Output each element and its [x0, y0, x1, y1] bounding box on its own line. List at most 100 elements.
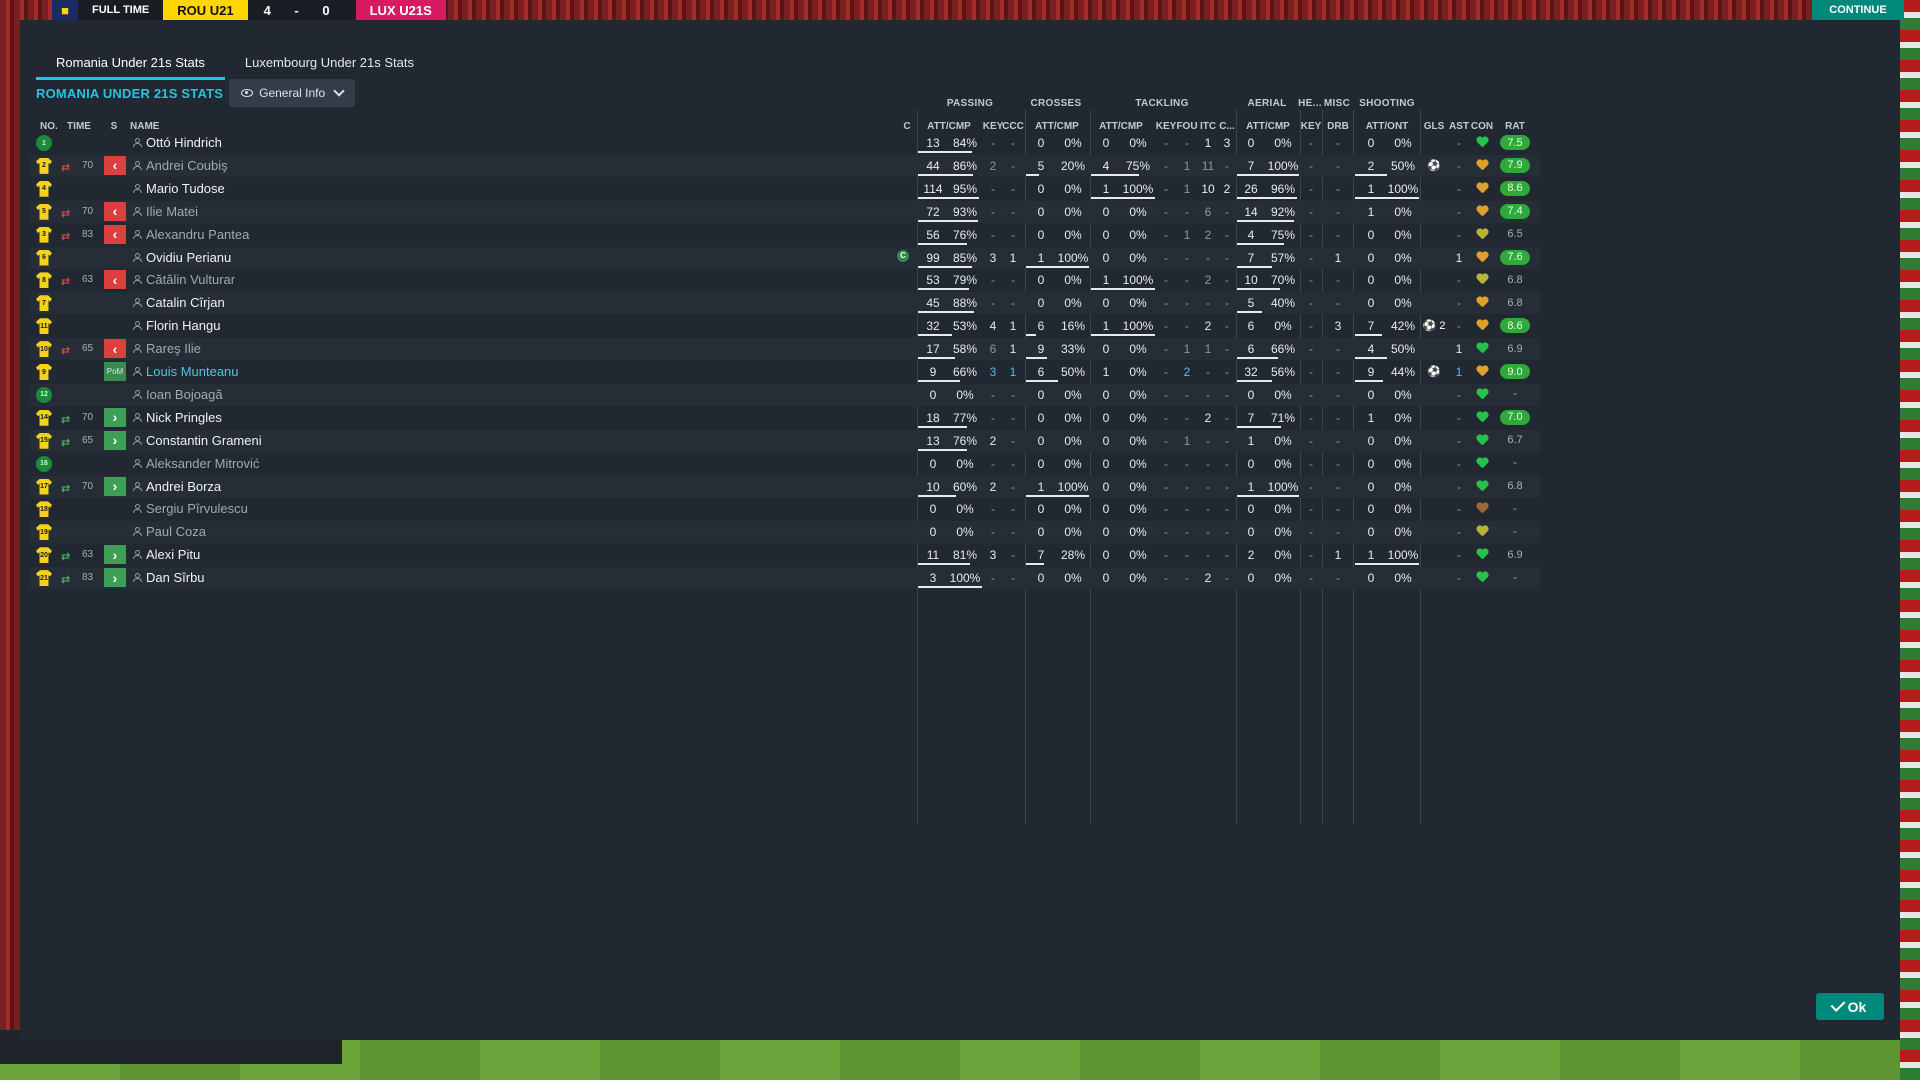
key-tackles: -	[1164, 410, 1168, 425]
table-row[interactable]: 2 ⇄ 70 ‹ Andrei Coubiş 44 86% 2-5 20% 4 75% -1 11-7 1…	[30, 154, 1540, 177]
shots-on-target: 0%	[1394, 502, 1412, 517]
table-row[interactable]: 21 ⇄ 83 › Dan Sîrbu 3 100% - -0 0% 0 0% - -2-0 0% - -0 0%…	[30, 567, 1540, 590]
assists: -	[1457, 548, 1461, 563]
headers-attempted: 7	[1247, 410, 1255, 425]
table-row[interactable]: 8 ⇄ 63 ‹ Cătălin Vulturar 53 79% - -0 0% 1 100% - -2-…	[30, 269, 1540, 291]
key-passes: 2	[989, 433, 997, 448]
condition-heart-icon	[1476, 297, 1488, 308]
continue-button[interactable]: CONTINUE	[1812, 0, 1904, 20]
tab-luxembourg-stats[interactable]: Luxembourg Under 21s Stats	[225, 47, 434, 77]
player-name[interactable]: Aleksander Mitrović	[146, 456, 259, 471]
table-row[interactable]: 11 Florin Hangu 32 53% 4 1 6 16% 1 100% - -2-6 0% -3 7…	[30, 315, 1540, 337]
table-row[interactable]: 16 Aleksander Mitrović 0 0% - -0 0% 0 0% - - - -0 0% -…	[30, 453, 1540, 475]
cross-completion: 0%	[1064, 456, 1082, 471]
key-tackles: -	[1164, 433, 1168, 448]
person-icon	[133, 229, 142, 239]
header-completion: 75%	[1270, 227, 1296, 242]
substituted-on-badge: ›	[104, 407, 126, 427]
header-completion: 0%	[1274, 433, 1292, 448]
table-row[interactable]: 5 ⇄ 70 ‹ Ilie Matei 72 93% - -0 0% 0 0% - -6-14 92% - -1…	[30, 200, 1540, 223]
key-passes: -	[991, 571, 995, 586]
passes-attempted: 0	[929, 456, 937, 471]
table-row[interactable]: 18 Sergiu Pîrvulescu 0 0% - -0 0% 0 0% - - - -0 0% - -0…	[30, 498, 1540, 520]
player-name[interactable]: Dan Sîrbu	[146, 570, 205, 585]
table-row[interactable]: 10 ⇄ 65 ‹ Rareş Ilie 17 58% 6 1 9 33% 0 0% -1 1-6 66% - -…	[30, 338, 1540, 361]
player-name[interactable]: Ilie Matei	[146, 204, 198, 219]
key-headers: -	[1309, 525, 1313, 540]
column-header-fou: FOU	[1176, 121, 1198, 132]
header-completion: 0%	[1274, 548, 1292, 563]
group-header-shooting: SHOOTING	[1359, 98, 1415, 109]
table-row[interactable]: 7 Catalin Cîrjan 45 88% - -0 0% 0 0% - - - -5 40% - -0 0…	[30, 292, 1540, 315]
key-tackles: -	[1164, 296, 1168, 311]
tab-romania-stats[interactable]: Romania Under 21s Stats	[36, 47, 225, 80]
table-row[interactable]: 12 Ioan Bojoagă 0 0% - -0 0% 0 0% - - - -0 0% - -0 0% - -	[30, 383, 1540, 406]
table-row[interactable]: 15 ⇄ 65 › Constantin Grameni 13 76% 2-0 0% 0 0% -1-…	[30, 429, 1540, 452]
key-tackles: -	[1164, 525, 1168, 540]
player-name[interactable]: Ioan Bojoagă	[146, 387, 223, 402]
player-name[interactable]: Andrei Coubiş	[146, 158, 228, 173]
table-row[interactable]: 3 ⇄ 83 ‹ Alexandru Pantea 56 76% - -0 0% 0 0% -1 2-4 7…	[30, 224, 1540, 246]
tackles-attempted: 0	[1102, 479, 1110, 494]
header-completion: 100%	[1267, 158, 1299, 173]
substituted-on-badge: ›	[104, 476, 126, 496]
player-rating: 6.8	[1507, 273, 1523, 286]
player-rating: -	[1513, 457, 1517, 470]
interceptions: 1	[1204, 136, 1212, 150]
player-name[interactable]: Alexi Pitu	[146, 547, 200, 562]
interceptions: -	[1206, 479, 1210, 494]
player-name[interactable]: Constantin Grameni	[146, 433, 262, 448]
clear-cut-chances: -	[1011, 548, 1015, 563]
condition-heart-icon	[1476, 229, 1488, 240]
player-name[interactable]: Alexandru Pantea	[146, 227, 249, 242]
ok-button[interactable]: Ok	[1816, 993, 1884, 1020]
table-row[interactable]: 20 ⇄ 63 › Alexi Pitu 11 81% 3-7 28% 0 0% - - - -2 0% -1 1…	[30, 544, 1540, 566]
player-rating: 9.0	[1500, 364, 1530, 379]
table-row[interactable]: 4 Mario Tudose 114 95% - -0 0% 1 100% -1 10 2 26 96% -…	[30, 178, 1540, 200]
player-name[interactable]: Ottó Hindrich	[146, 135, 222, 150]
key-tackles: -	[1164, 548, 1168, 563]
player-name[interactable]: Rareş Ilie	[146, 341, 201, 356]
header-completion-bar	[1237, 288, 1281, 291]
view-dropdown[interactable]: General Info	[229, 79, 356, 107]
player-name[interactable]: Nick Pringles	[146, 410, 222, 425]
fouls: 1	[1183, 342, 1191, 357]
player-name[interactable]: Florin Hangu	[146, 318, 220, 333]
dribbles: -	[1336, 158, 1340, 173]
table-row[interactable]: 9 PoM Louis Munteanu 9 66% 3 1 6 50% 1 0% -2- -32 56%…	[30, 361, 1540, 383]
shots-on-target: 50%	[1390, 342, 1416, 357]
player-name[interactable]: Andrei Borza	[146, 479, 221, 494]
key-headers: -	[1309, 273, 1313, 288]
fouls: 1	[1183, 181, 1191, 196]
table-row[interactable]: 17 ⇄ 70 › Andrei Borza 10 60% 2-1 100% 0 0% - - - -1 10…	[30, 475, 1540, 498]
player-name[interactable]: Cătălin Vulturar	[146, 272, 235, 287]
clearances: -	[1225, 365, 1229, 379]
table-row[interactable]: 1 Ottó Hindrich 13 84% - -0 0% 0 0% - -1 3 0 0% - -0 0% -…	[30, 132, 1540, 154]
key-passes: -	[991, 410, 995, 425]
goal-ball-icon: ⚽	[1427, 159, 1441, 172]
crosses-attempted: 0	[1037, 525, 1045, 540]
table-row[interactable]: 14 ⇄ 70 › Nick Pringles 18 77% - -0 0% 0 0% - -2-7 71%…	[30, 407, 1540, 429]
clear-cut-chances: -	[1011, 571, 1015, 586]
fouls: -	[1185, 502, 1189, 517]
condition-heart-icon	[1476, 320, 1488, 331]
player-name[interactable]: Louis Munteanu	[146, 364, 239, 379]
pass-completion: 77%	[952, 410, 978, 425]
player-name[interactable]: Catalin Cîrjan	[146, 295, 225, 310]
cross-completion: 0%	[1064, 296, 1082, 311]
team-tabs: Romania Under 21s Stats Luxembourg Under…	[36, 47, 434, 80]
assists: -	[1457, 296, 1461, 311]
tackle-completion: 0%	[1129, 571, 1147, 586]
table-row[interactable]: 6 Ovidiu Perianu C 99 85% 3 1 1 100% 0 0% - - - -7 57% -…	[30, 246, 1540, 269]
pass-completion-bar	[918, 425, 968, 428]
player-name[interactable]: Paul Coza	[146, 524, 206, 539]
tackle-completion: 0%	[1129, 525, 1147, 540]
player-name[interactable]: Ovidiu Perianu	[146, 250, 231, 265]
condition-heart-icon	[1476, 481, 1488, 492]
column-header-gls: GLS	[1423, 121, 1445, 132]
table-row[interactable]: 19 Paul Coza 0 0% - -0 0% 0 0% - - - -0 0% - -0 0% - -	[30, 521, 1540, 544]
player-name[interactable]: Sergiu Pîrvulescu	[146, 501, 248, 516]
player-name[interactable]: Mario Tudose	[146, 181, 225, 196]
header-completion-bar	[1237, 219, 1295, 222]
clear-cut-chances: -	[1011, 296, 1015, 311]
